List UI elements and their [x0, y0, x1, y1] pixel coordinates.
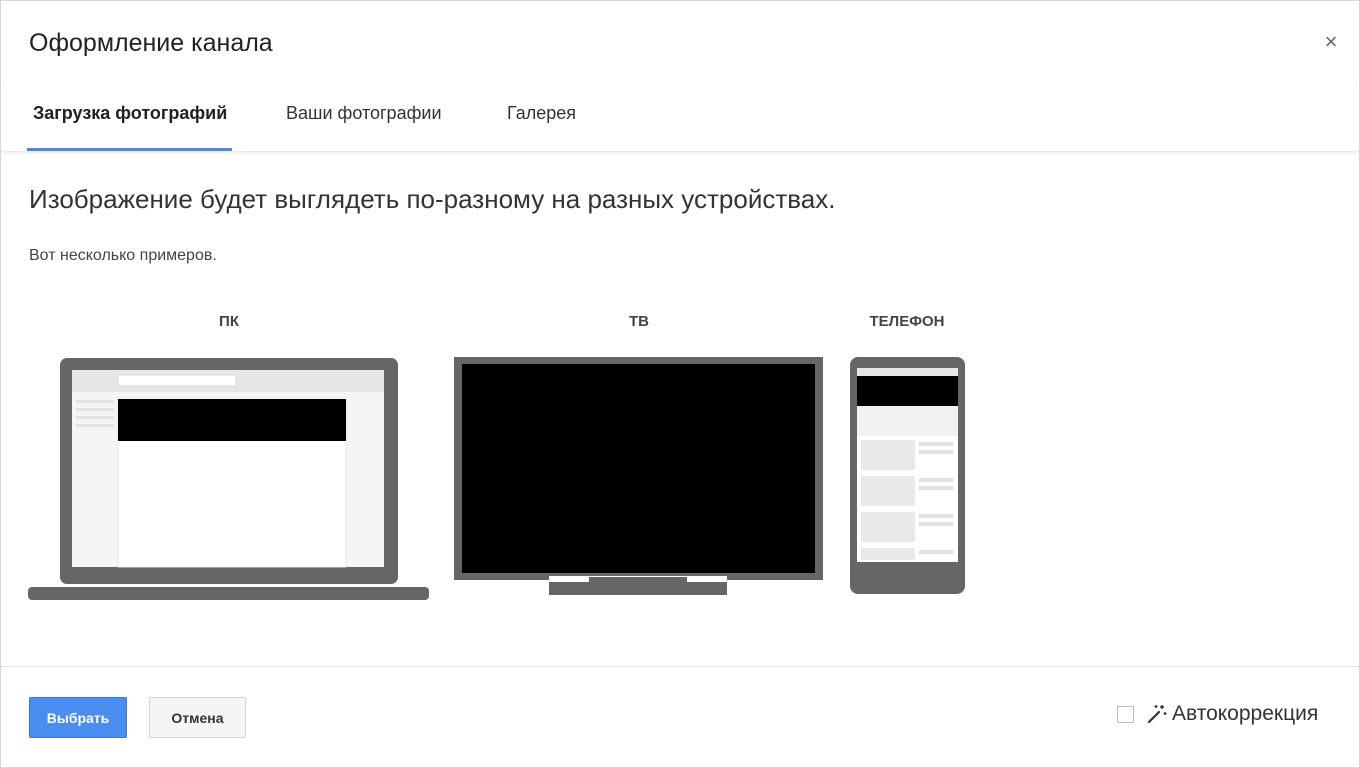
magic-wand-icon: [1147, 705, 1167, 724]
footer-divider: [1, 666, 1359, 667]
tab-bar: Загрузка фотографий Ваши фотографии Гале…: [1, 81, 1359, 151]
select-button[interactable]: Выбрать: [29, 697, 127, 738]
tab-gallery[interactable]: Галерея: [507, 103, 576, 124]
phone-preview: [850, 357, 965, 594]
laptop-searchbar: [117, 374, 237, 387]
preview-headline: Изображение будет выглядеть по-разному н…: [29, 184, 836, 214]
tab-your-photos[interactable]: Ваши фотографии: [286, 103, 442, 124]
phone-label: ТЕЛЕФОН: [869, 313, 945, 330]
pc-label: ПК: [219, 313, 239, 330]
preview-subtext: Вот несколько примеров.: [29, 247, 217, 264]
laptop-base: [28, 587, 429, 600]
close-icon[interactable]: ×: [1319, 31, 1343, 55]
tv-stand: [549, 582, 727, 595]
autocorrect-control: Автокоррекция: [1117, 701, 1318, 727]
tv-label: ТВ: [629, 313, 649, 330]
tab-upload-photos[interactable]: Загрузка фотографий: [33, 103, 227, 124]
autocorrect-checkbox[interactable]: [1117, 705, 1134, 723]
phone-banner: [857, 376, 958, 406]
pc-preview: [28, 358, 429, 600]
dialog-title: Оформление канала: [29, 29, 273, 57]
cancel-button[interactable]: Отмена: [149, 697, 246, 738]
channel-art-dialog: Оформление канала × Загрузка фотографий …: [0, 0, 1360, 768]
active-tab-indicator: [27, 148, 232, 151]
tv-banner: [462, 364, 815, 573]
autocorrect-label: Автокоррекция: [1172, 702, 1319, 725]
tv-preview: [454, 357, 823, 595]
laptop-banner: [118, 399, 346, 441]
